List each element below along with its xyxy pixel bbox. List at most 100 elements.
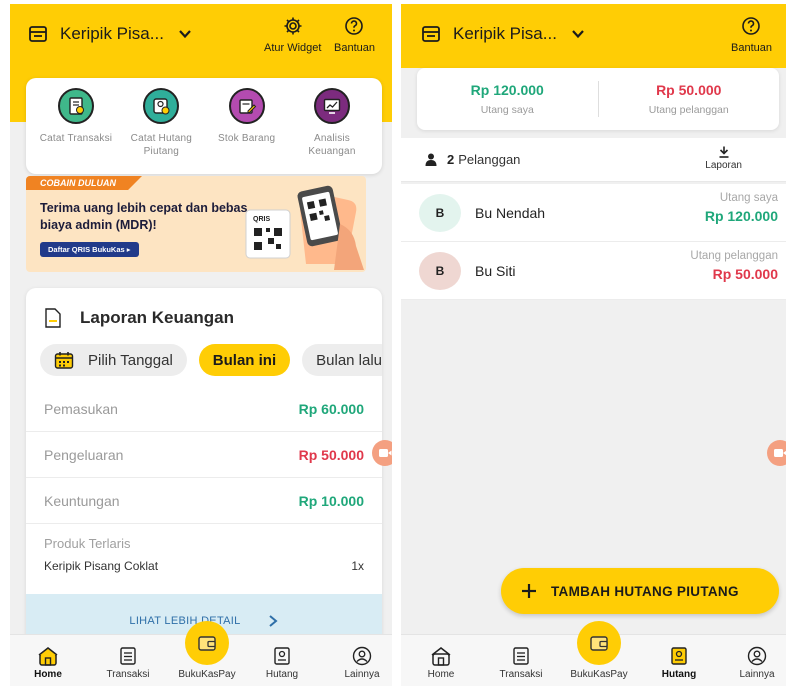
nav-lainnya[interactable]: Lainnya xyxy=(326,646,392,680)
shop-selector[interactable]: Keripik Pisa... xyxy=(421,24,585,44)
app-header: Keripik Pisa... Atur Widget Bantuan xyxy=(10,4,392,68)
customer-count: 2 xyxy=(447,152,455,167)
nav-lainnya[interactable]: Lainnya xyxy=(721,646,786,680)
nav-label: Hutang xyxy=(265,669,299,680)
last-month-chip[interactable]: Bulan lalu xyxy=(302,344,382,376)
chevron-down-icon xyxy=(179,30,191,39)
add-debt-button[interactable]: TAMBAH HUTANG PIUTANG xyxy=(501,568,779,614)
shop-selector[interactable]: Keripik Pisa... xyxy=(28,24,192,44)
list-item[interactable]: B Bu Siti Utang pelanggan Rp 50.000 xyxy=(401,242,786,300)
income-value: Rp 60.000 xyxy=(298,400,364,417)
customer-balance: Utang pelanggan Rp 50.000 xyxy=(690,250,778,282)
promo-tag: COBAIN DULUAN xyxy=(26,176,142,190)
expense-value: Rp 50.000 xyxy=(298,446,364,463)
help-icon xyxy=(742,17,761,35)
report-title: Laporan Keuangan xyxy=(44,308,234,328)
detail-link-label: LIHAT LEBIH DETAIL xyxy=(129,615,241,627)
help-label: Bantuan xyxy=(731,42,772,54)
quick-action-stok-barang[interactable]: Stok Barang xyxy=(205,88,289,174)
nav-label: BukuKasPay xyxy=(570,669,628,680)
quick-action-label: Catat Hutang Piutang xyxy=(130,133,192,157)
my-debt-total: Rp 120.000 xyxy=(470,82,544,98)
quick-action-catat-transaksi[interactable]: Catat Transaksi xyxy=(34,88,118,174)
my-debt-summary: Rp 120.000 Utang saya xyxy=(417,82,598,116)
best-seller-section: Produk Terlaris Keripik Pisang Coklat 1x xyxy=(44,536,364,573)
best-seller-title: Produk Terlaris xyxy=(44,536,131,551)
analytics-icon xyxy=(313,88,350,124)
quick-action-catat-hutang[interactable]: Catat Hutang Piutang xyxy=(119,88,203,174)
profit-row: Keuntungan Rp 10.000 xyxy=(26,478,382,524)
add-debt-label: TAMBAH HUTANG PIUTANG xyxy=(551,583,739,599)
customer-balance: Utang saya Rp 120.000 xyxy=(705,192,778,224)
wallet-icon xyxy=(590,636,608,651)
this-month-chip[interactable]: Bulan ini xyxy=(198,344,291,376)
register-qris-button[interactable]: Daftar QRIS BukuKas ▸ xyxy=(40,242,139,257)
transaction-list-icon xyxy=(513,647,529,665)
debt-screen: Keripik Pisa... Bantuan Rp 120.000 Utang… xyxy=(401,4,786,686)
widget-settings-label: Atur Widget xyxy=(264,42,322,54)
video-tutorial-button[interactable] xyxy=(767,440,786,466)
help-label: Bantuan xyxy=(334,42,375,54)
financial-report-card: Laporan Keuangan Pilih Tanggal Bulan ini… xyxy=(26,288,382,648)
help-button[interactable]: Bantuan xyxy=(334,16,375,54)
avatar: B xyxy=(419,193,461,232)
stock-icon xyxy=(228,88,265,124)
nav-home[interactable]: Home xyxy=(405,646,477,680)
transaction-list-icon xyxy=(120,647,136,665)
report-download-button[interactable]: Laporan xyxy=(705,146,742,171)
store-icon xyxy=(29,26,47,42)
video-tutorial-button[interactable] xyxy=(372,440,392,466)
avatar: B xyxy=(419,251,461,290)
period-filter: Pilih Tanggal Bulan ini Bulan lalu xyxy=(40,344,382,376)
debt-note-icon xyxy=(143,88,180,124)
income-label: Pemasukan xyxy=(44,400,118,417)
chip-label: Pilih Tanggal xyxy=(88,351,173,369)
widget-settings-button[interactable]: Atur Widget xyxy=(264,16,321,54)
debt-book-icon xyxy=(274,647,290,665)
balance-status: Utang saya xyxy=(719,192,778,204)
nav-home[interactable]: Home xyxy=(12,646,84,680)
help-icon xyxy=(345,17,364,35)
more-icon xyxy=(352,646,372,666)
app-header: Keripik Pisa... Bantuan xyxy=(401,4,786,68)
nav-label: Lainnya xyxy=(739,669,775,680)
quick-action-label: Stok Barang xyxy=(218,133,276,144)
nav-bukukaspay-button[interactable] xyxy=(577,621,621,665)
home-icon xyxy=(431,647,451,666)
nav-label: Lainnya xyxy=(344,669,380,680)
plus-icon xyxy=(522,584,536,598)
quick-action-label: Catat Transaksi xyxy=(39,133,113,144)
customer-debt-total: Rp 50.000 xyxy=(656,82,722,98)
nav-bukukaspay-button[interactable] xyxy=(185,621,229,665)
nav-label: Home xyxy=(34,669,62,680)
quick-action-analisis[interactable]: Analisis Keuangan xyxy=(290,88,374,174)
gear-icon xyxy=(284,17,302,35)
qris-promo-banner[interactable]: COBAIN DULUAN Terima uang lebih cepat da… xyxy=(26,176,366,272)
nav-hutang[interactable]: Hutang xyxy=(643,646,715,680)
nav-label: Home xyxy=(427,669,455,680)
customer-name: Bu Siti xyxy=(475,262,516,279)
home-icon xyxy=(38,647,58,666)
store-icon xyxy=(422,26,440,42)
help-button[interactable]: Bantuan xyxy=(731,16,772,54)
nav-hutang[interactable]: Hutang xyxy=(246,646,318,680)
quick-actions: Catat Transaksi Catat Hutang Piutang Sto… xyxy=(26,78,382,174)
nav-transaksi[interactable]: Transaksi xyxy=(92,646,164,680)
customer-list: B Bu Nendah Utang saya Rp 120.000 B Bu S… xyxy=(401,184,786,300)
quick-action-label: Analisis Keuangan xyxy=(308,133,356,157)
video-icon xyxy=(774,449,786,457)
home-screen: Keripik Pisa... Atur Widget Bantuan Cata… xyxy=(10,4,392,686)
list-item[interactable]: B Bu Nendah Utang saya Rp 120.000 xyxy=(401,184,786,242)
pick-date-chip[interactable]: Pilih Tanggal xyxy=(40,344,187,376)
report-title-text: Laporan Keuangan xyxy=(80,308,234,327)
wallet-icon xyxy=(198,636,216,651)
nav-transaksi[interactable]: Transaksi xyxy=(485,646,557,680)
nav-label: BukuKasPay xyxy=(178,669,236,680)
balance-amount: Rp 120.000 xyxy=(704,208,778,224)
person-icon xyxy=(425,153,437,166)
best-seller-product: Keripik Pisang Coklat xyxy=(44,559,159,573)
bottom-navigation: Home Transaksi BukuKasPay Hutang Lainnya xyxy=(401,621,786,686)
debt-summary-card: Rp 120.000 Utang saya Rp 50.000 Utang pe… xyxy=(417,68,779,130)
income-row: Pemasukan Rp 60.000 xyxy=(26,386,382,432)
more-icon xyxy=(747,646,767,666)
